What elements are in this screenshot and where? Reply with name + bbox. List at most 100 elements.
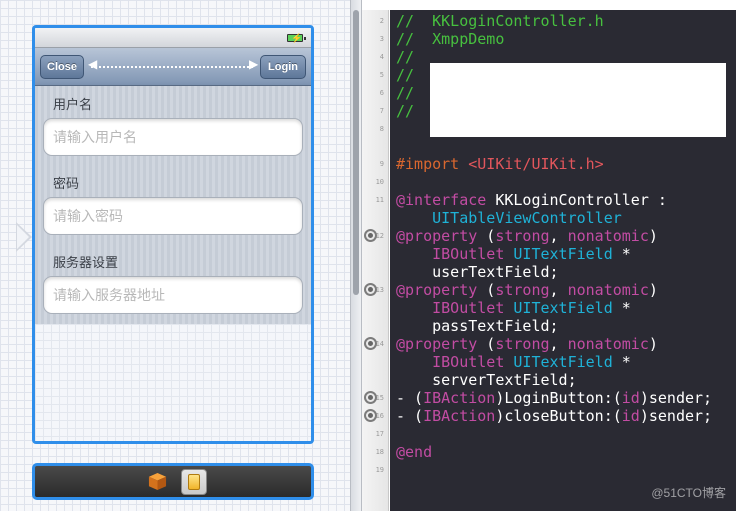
code-token: @interface xyxy=(396,191,487,209)
line-number: 10 xyxy=(375,178,384,186)
code-token: // xyxy=(396,48,415,66)
close-button[interactable]: Close xyxy=(40,55,84,79)
password-label: 密码 xyxy=(53,176,80,191)
code-line[interactable]: @property (strong, nonatomic) xyxy=(396,227,658,245)
outlet-connection-icon[interactable] xyxy=(364,337,377,350)
pane-divider[interactable] xyxy=(350,0,362,511)
server-label: 服务器设置 xyxy=(53,255,119,270)
code-line[interactable]: // xyxy=(396,48,414,66)
line-number: 8 xyxy=(379,125,384,133)
code-token: IBOutlet xyxy=(432,353,505,371)
code-token: - ( xyxy=(396,389,424,407)
login-view-controller-scene[interactable]: ⚡ Close ◀ ▶ Login 用户名 请输入用户名 密码 请输入密码 服务… xyxy=(32,25,314,444)
code-token: // xyxy=(396,66,415,84)
code-line[interactable]: - (IBAction)closeButton:(id)sender; xyxy=(396,407,712,425)
status-bar: ⚡ xyxy=(35,28,311,48)
outlet-connection-icon[interactable] xyxy=(364,229,377,242)
code-line[interactable]: IBOutlet UITextField * xyxy=(396,299,631,317)
login-form: 用户名 请输入用户名 密码 请输入密码 服务器设置 请输入服务器地址 xyxy=(35,86,311,324)
code-line[interactable]: @end xyxy=(396,443,432,461)
code-line[interactable]: IBOutlet UITextField * xyxy=(396,353,631,371)
code-line[interactable]: #import <UIKit/UIKit.h> xyxy=(396,155,604,173)
outlet-connection-icon[interactable] xyxy=(364,391,377,404)
code-token: userTextField; xyxy=(396,263,559,281)
code-token: - ( xyxy=(396,407,424,425)
outlet-connection-icon[interactable] xyxy=(364,409,377,422)
line-number: 5 xyxy=(379,71,384,79)
code-token: @property xyxy=(396,335,478,353)
code-token: strong xyxy=(495,335,550,353)
code-line[interactable]: UITableViewController xyxy=(396,209,622,227)
code-token: UITextField xyxy=(513,245,613,263)
code-token: )closeButton:( xyxy=(495,407,622,425)
outlet-connection-icon[interactable] xyxy=(364,283,377,296)
server-field[interactable]: 请输入服务器地址 xyxy=(43,276,303,314)
code-token: ) xyxy=(648,227,658,245)
code-line[interactable]: // xyxy=(396,66,414,84)
code-token: IBOutlet xyxy=(432,245,505,263)
first-responder-cube-icon[interactable] xyxy=(148,472,167,491)
username-field[interactable]: 请输入用户名 xyxy=(43,118,303,156)
code-line[interactable]: @property (strong, nonatomic) xyxy=(396,335,658,353)
code-token: * xyxy=(612,299,631,317)
code-token: // XmppDemo xyxy=(396,30,505,48)
code-token: nonatomic xyxy=(567,227,649,245)
line-number: 18 xyxy=(375,448,384,456)
battery-icon: ⚡ xyxy=(287,33,306,43)
code-line[interactable]: @property (strong, nonatomic) xyxy=(396,281,658,299)
password-field[interactable]: 请输入密码 xyxy=(43,197,303,235)
code-token: @property xyxy=(396,281,478,299)
code-token: ) xyxy=(648,335,658,353)
code-token: IBAction xyxy=(423,389,496,407)
code-token: strong xyxy=(495,227,550,245)
code-line[interactable]: - (IBAction)LoginButton:(id)sender; xyxy=(396,389,712,407)
code-token: , xyxy=(549,227,568,245)
code-token: UITextField xyxy=(513,299,613,317)
code-token: passTextField; xyxy=(396,317,559,335)
code-token: )LoginButton:( xyxy=(495,389,622,407)
code-token: <UIKit/UIKit.h> xyxy=(468,155,604,173)
ib-canvas: ⚡ Close ◀ ▶ Login 用户名 请输入用户名 密码 请输入密码 服务… xyxy=(0,0,350,511)
code-token: ) xyxy=(648,281,658,299)
code-token: strong xyxy=(495,281,550,299)
code-token: serverTextField; xyxy=(396,371,577,389)
code-line[interactable]: // KKLoginController.h xyxy=(396,12,604,30)
arrow-left-icon: ◀ xyxy=(88,57,98,71)
canvas-scrollbar[interactable] xyxy=(353,10,359,295)
code-token: @property xyxy=(396,227,478,245)
watermark: @51CTO博客 xyxy=(651,486,726,500)
code-line[interactable]: userTextField; xyxy=(396,263,559,281)
code-token: // xyxy=(396,84,415,102)
code-token: UITextField xyxy=(513,353,613,371)
code-line[interactable]: // xyxy=(396,102,414,120)
username-label: 用户名 xyxy=(53,97,93,112)
code-line[interactable]: // XmppDemo xyxy=(396,30,504,48)
code-line[interactable]: passTextField; xyxy=(396,317,559,335)
code-token: UITableViewController xyxy=(396,209,622,227)
line-number: 9 xyxy=(379,160,384,168)
code-token: KKLoginController : xyxy=(486,191,667,209)
code-token: id xyxy=(621,407,640,425)
code-token: )sender; xyxy=(639,407,713,425)
line-number: 17 xyxy=(375,430,384,438)
code-token: ( xyxy=(477,335,496,353)
initial-scene-arrow-fill xyxy=(17,225,29,249)
login-button[interactable]: Login xyxy=(260,55,306,79)
code-token: ( xyxy=(477,281,496,299)
line-number: 11 xyxy=(375,196,384,204)
code-token: * xyxy=(612,245,631,263)
code-token: #import xyxy=(396,155,469,173)
redacted-header-block xyxy=(430,63,726,137)
code-token: // xyxy=(396,102,415,120)
table-view-empty-area xyxy=(35,324,311,441)
code-line[interactable]: // xyxy=(396,84,414,102)
line-number: 4 xyxy=(379,53,384,61)
code-token: nonatomic xyxy=(567,281,649,299)
code-line[interactable]: serverTextField; xyxy=(396,371,577,389)
view-controller-icon[interactable] xyxy=(181,469,207,495)
code-line[interactable]: IBOutlet UITextField * xyxy=(396,245,631,263)
code-line[interactable]: @interface KKLoginController : xyxy=(396,191,667,209)
code-token: )sender; xyxy=(639,389,713,407)
navigation-bar: Close ◀ ▶ Login xyxy=(35,48,311,86)
